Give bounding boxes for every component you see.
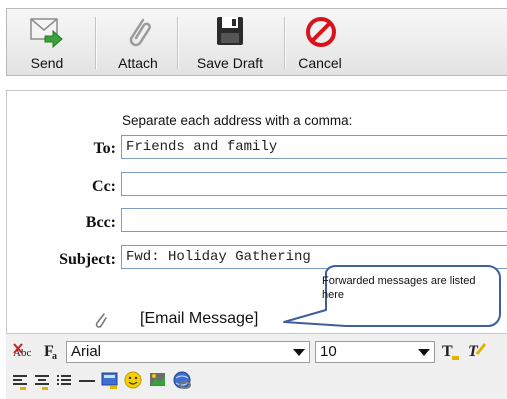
to-label: To: bbox=[93, 140, 116, 157]
callout-text: Forwarded messages are listed here bbox=[322, 275, 476, 301]
align-center-icon[interactable] bbox=[34, 372, 52, 392]
bcc-field[interactable] bbox=[121, 208, 507, 232]
toolbar-separator bbox=[177, 17, 178, 69]
globe-link-icon[interactable] bbox=[172, 370, 194, 392]
toolbar-separator bbox=[284, 17, 285, 69]
subject-label: Subject: bbox=[59, 251, 116, 268]
send-label: Send bbox=[30, 55, 64, 71]
font-family-select[interactable]: Arial bbox=[66, 341, 310, 363]
chevron-down-icon bbox=[418, 349, 430, 356]
cc-field[interactable] bbox=[121, 172, 507, 196]
cancel-button[interactable]: Cancel bbox=[287, 9, 353, 75]
text-color-icon[interactable]: T bbox=[440, 340, 462, 362]
smiley-icon[interactable] bbox=[124, 370, 144, 392]
save-draft-button[interactable]: Save Draft bbox=[182, 9, 278, 75]
toolbar-separator bbox=[95, 17, 96, 69]
envelope-arrow-icon bbox=[30, 18, 63, 49]
image-icon[interactable] bbox=[148, 370, 168, 392]
bulleted-list-icon[interactable] bbox=[56, 372, 74, 392]
cc-label: Cc: bbox=[92, 178, 116, 195]
paperclip-icon bbox=[129, 18, 151, 47]
floppy-disk-icon bbox=[217, 17, 243, 45]
bcc-label: Bcc: bbox=[85, 214, 116, 231]
align-left-icon[interactable] bbox=[12, 372, 30, 392]
highlight-color-icon[interactable]: T bbox=[466, 340, 490, 362]
insert-box-icon[interactable] bbox=[100, 370, 120, 392]
no-entry-icon bbox=[306, 17, 336, 47]
attach-button[interactable]: Attach bbox=[103, 9, 173, 75]
send-button[interactable]: Send bbox=[7, 9, 87, 75]
formatting-toolbar: Abc F a Arial 10 T T bbox=[6, 333, 507, 399]
chevron-down-icon bbox=[293, 349, 305, 356]
svg-text:Abc: Abc bbox=[13, 347, 31, 359]
attachment-paperclip-icon bbox=[95, 313, 107, 328]
font-family-value: Arial bbox=[71, 343, 102, 360]
font-size-select[interactable]: 10 bbox=[315, 341, 435, 363]
horizontal-rule-icon[interactable] bbox=[78, 372, 96, 392]
save-draft-label: Save Draft bbox=[196, 55, 264, 71]
address-hint: Separate each address with a comma: bbox=[122, 113, 353, 128]
font-size-value: 10 bbox=[320, 343, 337, 360]
to-field[interactable]: Friends and family bbox=[121, 135, 507, 159]
svg-text:T: T bbox=[442, 343, 453, 360]
cancel-label: Cancel bbox=[298, 55, 342, 71]
attach-label: Attach bbox=[118, 55, 158, 71]
compose-toolbar: Send Attach Save Draft Cancel bbox=[6, 8, 507, 76]
spellcheck-icon[interactable]: Abc bbox=[12, 341, 36, 363]
font-family-icon[interactable]: F a bbox=[42, 340, 62, 362]
svg-text:a: a bbox=[52, 351, 57, 362]
attached-email-message[interactable]: [Email Message] bbox=[140, 310, 258, 328]
